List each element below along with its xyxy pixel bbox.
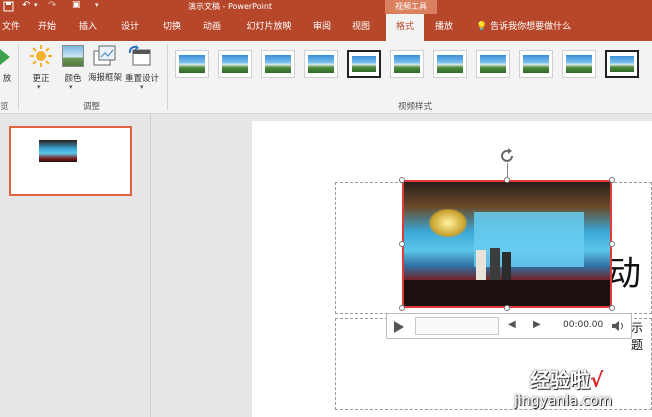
slide-thumbnail-video xyxy=(39,140,77,162)
preview-group-label: 览 xyxy=(0,102,9,112)
resize-handle[interactable] xyxy=(399,305,405,311)
tell-me-text: 告诉我你想要做什么 xyxy=(490,22,572,32)
resize-handle[interactable] xyxy=(399,241,405,247)
watermark-text: 经验啦 xyxy=(530,368,590,392)
video-style-thumbnail[interactable] xyxy=(175,50,209,78)
tab-slide-show[interactable]: 幻灯片放映 xyxy=(240,14,298,41)
tab-view[interactable]: 视图 xyxy=(348,14,374,41)
undo-dropdown-icon[interactable]: ▾ xyxy=(34,1,38,9)
adjust-group-label: 调整 xyxy=(83,102,101,112)
start-from-beginning-icon[interactable]: ▣ xyxy=(72,0,81,10)
tab-animations[interactable]: 动画 xyxy=(199,14,225,41)
title-text: 动 xyxy=(607,254,641,294)
customize-icon[interactable]: ▾ xyxy=(95,1,99,9)
save-icon[interactable] xyxy=(3,1,14,14)
video-tools-header: 视频工具 xyxy=(385,0,437,14)
group-divider xyxy=(167,44,168,110)
video-style-thumbnail[interactable] xyxy=(347,50,381,78)
resize-handle[interactable] xyxy=(609,177,615,183)
progress-bar[interactable] xyxy=(415,317,499,335)
tab-playback[interactable]: 播放 xyxy=(430,14,458,41)
step-forward-icon[interactable]: ▶ xyxy=(533,319,541,330)
tab-transitions[interactable]: 切换 xyxy=(159,14,185,41)
media-player-bar: ◀ ▶ 00:00.00 xyxy=(386,313,632,339)
tab-format[interactable]: 格式 xyxy=(386,14,424,41)
redo-icon[interactable]: ↷ xyxy=(48,0,56,11)
tab-insert[interactable]: 插入 xyxy=(75,14,101,41)
video-styles-group-label: 视频样式 xyxy=(398,102,433,112)
volume-icon[interactable] xyxy=(611,318,625,337)
title-bar: ↶ ▾ ↷ ▣ ▾ 演示文稿 - PowerPoint xyxy=(0,0,652,14)
watermark-logo: 经验啦√ xyxy=(530,364,603,393)
resize-handle[interactable] xyxy=(609,241,615,247)
resize-handle[interactable] xyxy=(504,305,510,311)
subtitle-text: 示题 xyxy=(631,321,644,352)
chevron-down-icon[interactable]: ▾ xyxy=(37,83,41,91)
play-button[interactable]: 放 xyxy=(0,72,14,84)
video-style-thumbnail[interactable] xyxy=(261,50,295,78)
tab-review[interactable]: 审阅 xyxy=(309,14,335,41)
video-style-thumbnail[interactable] xyxy=(304,50,338,78)
color-button[interactable]: 颜色 xyxy=(58,72,88,84)
color-icon[interactable] xyxy=(62,45,84,67)
resize-handle[interactable] xyxy=(609,305,615,311)
video-frame-audience xyxy=(404,280,610,306)
video-style-thumbnail[interactable] xyxy=(562,50,596,78)
chevron-down-icon[interactable]: ▾ xyxy=(69,83,73,91)
sun-icon[interactable] xyxy=(30,45,52,71)
reset-design-icon[interactable] xyxy=(128,45,152,67)
video-frame-person xyxy=(502,252,511,280)
document-title: 演示文稿 - PowerPoint xyxy=(188,2,273,11)
playback-time: 00:00.00 xyxy=(563,320,604,330)
video-style-thumbnail[interactable] xyxy=(390,50,424,78)
tab-file[interactable]: 文件 xyxy=(0,14,22,41)
step-back-icon[interactable]: ◀ xyxy=(508,319,516,330)
tell-me-box[interactable]: 💡 告诉我你想要做什么 xyxy=(476,14,571,41)
video-style-thumbnail[interactable] xyxy=(519,50,553,78)
poster-frame-button[interactable]: 海报框架 xyxy=(88,72,122,84)
tab-design[interactable]: 设计 xyxy=(117,14,143,41)
group-divider xyxy=(18,44,19,110)
poster-frame-icon[interactable] xyxy=(93,45,117,67)
watermark-check: √ xyxy=(590,368,604,392)
tab-home[interactable]: 开始 xyxy=(34,14,60,41)
video-style-thumbnail[interactable] xyxy=(218,50,252,78)
resize-handle[interactable] xyxy=(504,177,510,183)
correct-button[interactable]: 更正 xyxy=(26,72,56,84)
undo-icon[interactable]: ↶ xyxy=(22,0,30,11)
rotate-handle-icon[interactable] xyxy=(499,147,517,169)
video-style-thumbnail[interactable] xyxy=(605,50,639,78)
selected-video[interactable] xyxy=(402,180,612,308)
chevron-down-icon[interactable]: ▾ xyxy=(140,83,144,91)
video-frame-person xyxy=(476,250,486,280)
video-frame-person xyxy=(490,248,500,280)
video-style-thumbnail[interactable] xyxy=(433,50,467,78)
slide-thumbnail[interactable] xyxy=(9,126,132,196)
watermark-url: jingyanla.com xyxy=(514,393,613,409)
video-frame-spotlight xyxy=(428,208,468,238)
play-icon[interactable] xyxy=(0,47,12,67)
resize-handle[interactable] xyxy=(399,177,405,183)
lightbulb-icon: 💡 xyxy=(476,22,488,32)
play-icon[interactable] xyxy=(393,319,405,338)
video-style-thumbnail[interactable] xyxy=(476,50,510,78)
